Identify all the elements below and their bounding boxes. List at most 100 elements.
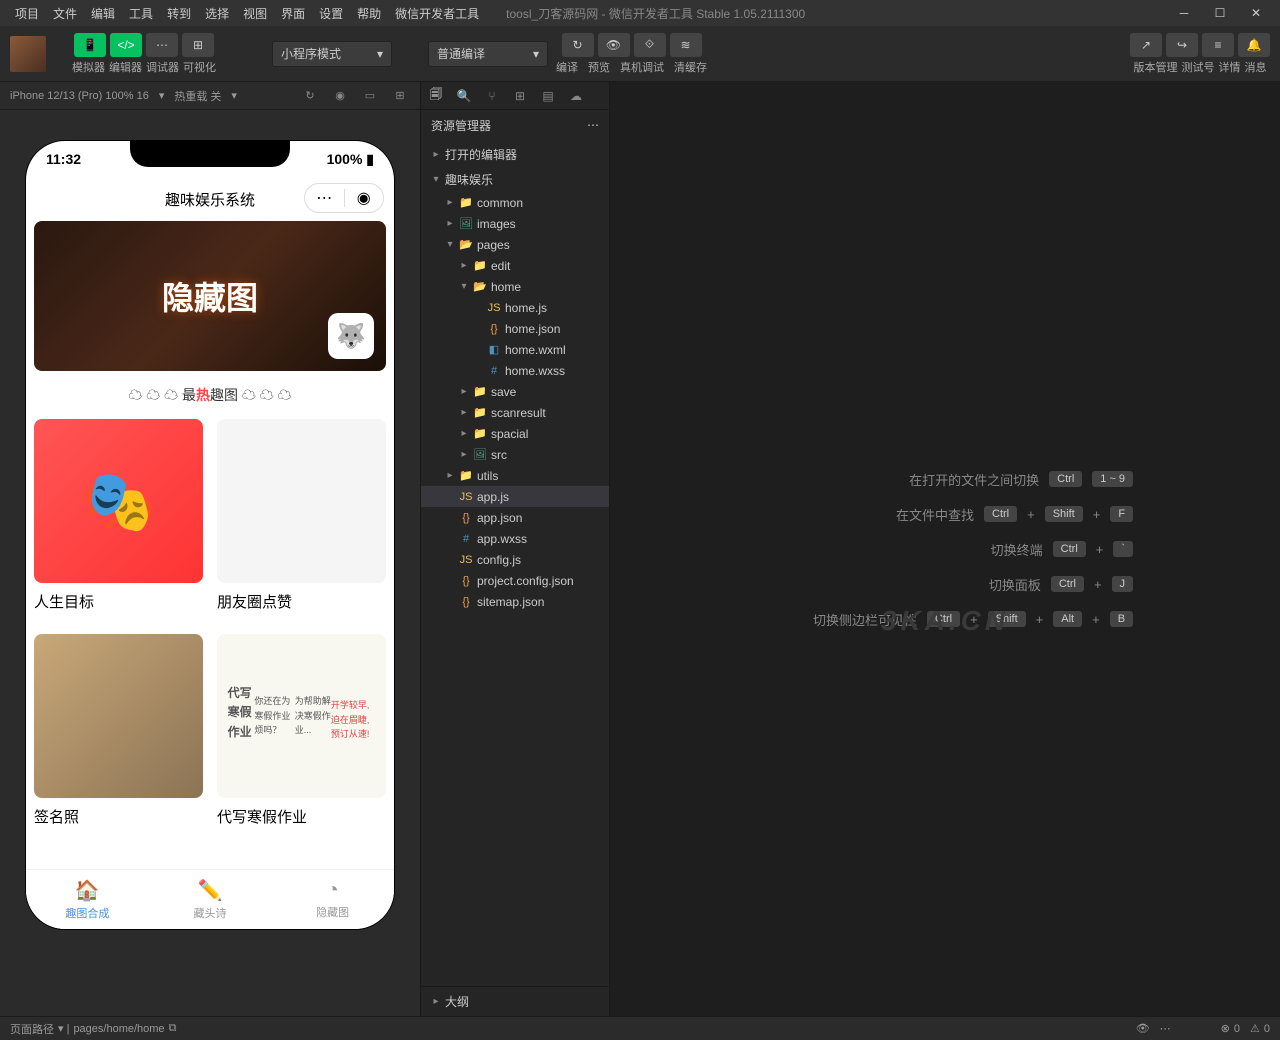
remote-debug-button[interactable]: ⟐ [634,33,666,57]
chevron-icon: ▸ [459,260,469,271]
stop-icon[interactable]: ◉ [330,86,350,106]
copy-icon[interactable]: ⧉ [169,1022,177,1035]
tree-item[interactable]: ▸📁utils [421,465,609,486]
tree-item[interactable]: ▸📁scanresult [421,402,609,423]
editor-button[interactable]: </> [110,33,142,57]
cloud-icon[interactable]: ☁ [567,87,585,105]
tree-item[interactable]: ▸📁edit [421,255,609,276]
file-name: project.config.json [477,574,574,588]
tree-item[interactable]: {}project.config.json [421,570,609,591]
more-icon[interactable]: ⋯ [587,118,599,132]
device-icon[interactable]: ▭ [360,86,380,106]
eye-icon[interactable]: 👁 [1136,1022,1150,1035]
tree-item[interactable]: {}sitemap.json [421,591,609,612]
file-name: spacial [491,427,528,441]
simulator-label: 模拟器 [72,59,105,75]
project-root[interactable]: ▾ 趣味娱乐 [421,167,609,192]
details-button[interactable]: ≡ [1202,33,1234,57]
capsule-menu-icon[interactable]: ⋯ [305,188,344,208]
tab-compose[interactable]: 🏠 趣图合成 [26,870,149,929]
tree-item[interactable]: ▾📂home [421,276,609,297]
chevron-icon: ▸ [445,197,455,208]
file-icon: ◧ [487,343,501,356]
file-name: home [491,280,521,294]
simulator-button[interactable]: 📱 [74,33,106,57]
errors-count[interactable]: ⊗ 0 [1221,1022,1240,1035]
menu-item[interactable]: 微信开发者工具 [388,5,486,22]
extensions-icon[interactable]: ⊞ [511,87,529,105]
search-icon[interactable]: 🔍 [455,87,473,105]
preview-button[interactable]: 👁 [598,33,630,57]
visualize-button[interactable]: ⊞ [182,33,214,57]
tree-item[interactable]: #app.wxss [421,528,609,549]
tree-item[interactable]: ▾📂pages [421,234,609,255]
debugger-button[interactable]: ⋯ [146,33,178,57]
close-button[interactable]: ✕ [1240,1,1272,25]
db-icon[interactable]: ▤ [539,87,557,105]
tree-item[interactable]: JShome.js [421,297,609,318]
menu-item[interactable]: 项目 [8,5,46,22]
menu-item[interactable]: 工具 [122,5,160,22]
page-path-label[interactable]: 页面路径 ▾ | pages/home/home ⧉ [10,1021,176,1037]
tab-poem[interactable]: ✏️ 藏头诗 [149,870,272,929]
tree-item[interactable]: ▸📁common [421,192,609,213]
files-icon[interactable]: 🗐 [427,87,445,105]
explorer-tabs: 🗐 🔍 ⑂ ⊞ ▤ ☁ [421,82,609,110]
test-account-button[interactable]: ↪ [1166,33,1198,57]
card-title: 代写寒假作业 [217,798,386,835]
tree-item[interactable]: ▸🖼images [421,213,609,234]
window-icon[interactable]: ⊞ [390,86,410,106]
hot-reload-toggle[interactable]: 热重载 关 [174,88,221,104]
card-item[interactable]: 人生目标 [34,419,203,620]
tree-item[interactable]: JSconfig.js [421,549,609,570]
menu-item[interactable]: 界面 [274,5,312,22]
capsule-close-icon[interactable]: ◉ [345,188,384,208]
messages-button[interactable]: 🔔 [1238,33,1270,57]
compile-button[interactable]: ↻ [562,33,594,57]
menu-item[interactable]: 设置 [312,5,350,22]
more-icon[interactable]: ⋯ [1160,1022,1171,1035]
tree-item[interactable]: ▸🖼src [421,444,609,465]
git-icon[interactable]: ⑂ [483,87,501,105]
tree-item[interactable]: #home.wxss [421,360,609,381]
tree-item[interactable]: {}home.json [421,318,609,339]
open-editors-section[interactable]: ▸ 打开的编辑器 [421,142,609,167]
editor-label: 编辑器 [109,59,142,75]
menu-item[interactable]: 选择 [198,5,236,22]
menu-item[interactable]: 转到 [160,5,198,22]
outline-section[interactable]: ▸ 大纲 [421,986,609,1016]
app-content[interactable]: 隐藏图 🐺 ☁ ☁ ☁ 最热趣图 ☁ ☁ ☁ 人生目标 朋友圈点赞 [26,221,394,869]
card-item[interactable]: 朋友圈点赞 [217,419,386,620]
compile-dropdown[interactable]: 普通编译▾ [428,41,548,67]
tab-hidden[interactable]: ◔ 隐藏图 [271,870,394,929]
file-name: save [491,385,516,399]
tree-item[interactable]: ▸📁spacial [421,423,609,444]
mode-dropdown[interactable]: 小程序模式▾ [272,41,392,67]
card-item[interactable]: 签名照 [34,634,203,835]
card-image [34,634,203,798]
minimize-button[interactable]: ─ [1168,1,1200,25]
menu-item[interactable]: 文件 [46,5,84,22]
hint-row: 切换面板Ctrl + J [757,567,1133,602]
avatar[interactable] [10,36,46,72]
version-mgmt-button[interactable]: ↗ [1130,33,1162,57]
card-item[interactable]: 代写寒假作业 你还在为寒假作业烦吗？ 为帮助解决寒假作业... 开学较早,迫在眉… [217,634,386,835]
chevron-down-icon: ▾ [533,47,539,61]
maximize-button[interactable]: ☐ [1204,1,1236,25]
tree-item[interactable]: JSapp.js [421,486,609,507]
menu-item[interactable]: 视图 [236,5,274,22]
tab-label: 隐藏图 [316,904,349,920]
tree-item[interactable]: {}app.json [421,507,609,528]
tree-item[interactable]: ◧home.wxml [421,339,609,360]
device-selector[interactable]: iPhone 12/13 (Pro) 100% 16 [10,90,149,102]
banner[interactable]: 隐藏图 🐺 [34,221,386,371]
file-name: home.wxss [505,364,565,378]
warnings-count[interactable]: ⚠ 0 [1250,1022,1270,1035]
card-image: 代写寒假作业 你还在为寒假作业烦吗？ 为帮助解决寒假作业... 开学较早,迫在眉… [217,634,386,798]
tree-item[interactable]: ▸📁save [421,381,609,402]
refresh-icon[interactable]: ↻ [300,86,320,106]
clear-cache-button[interactable]: ≋ [670,33,702,57]
menu-item[interactable]: 帮助 [350,5,388,22]
visualize-label: 可视化 [183,59,216,75]
menu-item[interactable]: 编辑 [84,5,122,22]
